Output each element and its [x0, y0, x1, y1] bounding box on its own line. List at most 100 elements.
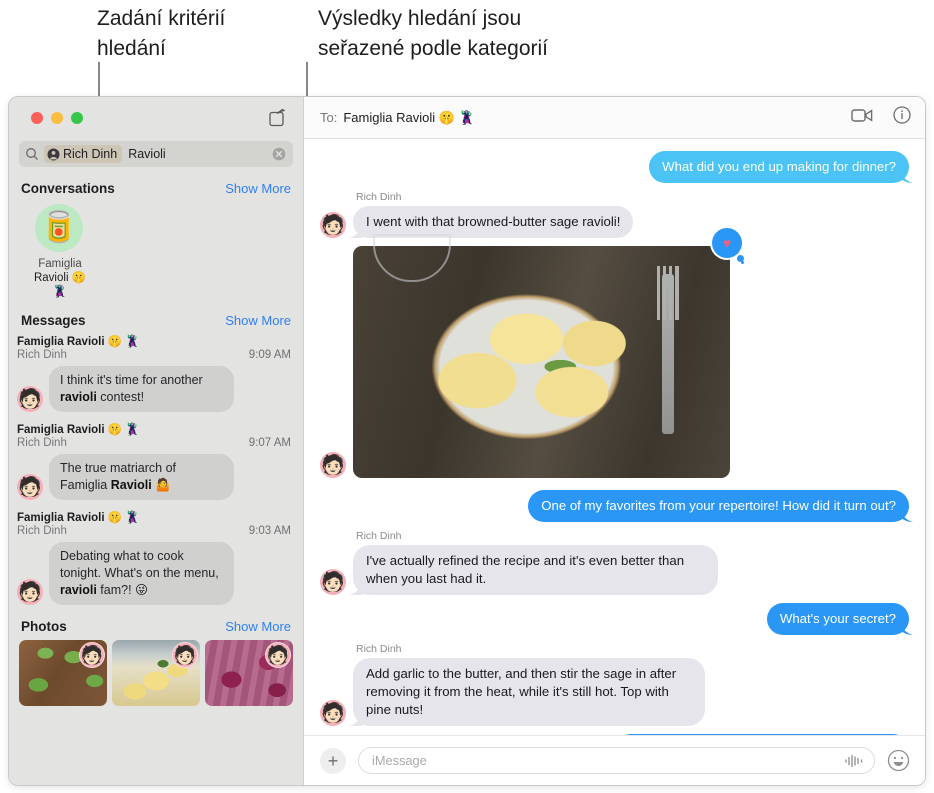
conversation-result-item[interactable]: 🥫 Famiglia Ravioli 🤫 🦹	[9, 200, 139, 299]
imessage-input-wrapper[interactable]	[358, 747, 875, 774]
clear-icon[interactable]	[272, 147, 286, 161]
conversation-name: Famiglia Ravioli 🤫 🦹	[29, 257, 91, 299]
plus-icon[interactable]: +	[320, 747, 346, 774]
message-row-incoming: 🧑🏻 Rich Dinh Add garlic to the butter, a…	[320, 643, 909, 726]
video-call-icon[interactable]	[851, 108, 873, 128]
message-result-row[interactable]: Famiglia Ravioli 🤫 🦹 Rich Dinh 9:03 AM 🧑…	[9, 508, 303, 605]
message-result-bubble: Debating what to cook tonight. What's on…	[49, 542, 234, 605]
conversation-avatar: 🥫	[35, 204, 83, 252]
search-input-value[interactable]: Ravioli	[128, 147, 166, 161]
bubble-highlight: Ravioli	[110, 478, 152, 492]
can-emoji: 🥫	[40, 211, 78, 244]
heart-reaction-icon[interactable]: ♥	[712, 228, 744, 262]
info-icon[interactable]	[893, 106, 911, 129]
message-result-sender: Rich Dinh	[17, 525, 67, 537]
window-titlebar	[9, 97, 303, 139]
message-bubble-outgoing: One of my favorites from your repertoire…	[528, 490, 909, 522]
message-composer: +	[304, 735, 925, 785]
search-field[interactable]: Rich Dinh Ravioli	[19, 141, 293, 167]
avatar: 🧑🏻	[79, 642, 105, 668]
message-result-time: 9:03 AM	[248, 525, 291, 537]
message-row-outgoing: What did you end up making for dinner?	[320, 151, 909, 183]
message-thread: What did you end up making for dinner? 🧑…	[304, 139, 925, 735]
conversation-name-line1: Famiglia	[38, 258, 82, 270]
conversation-header: To: Famiglia Ravioli 🤫 🦹	[304, 97, 925, 139]
bubble-text-after: contest!	[96, 390, 145, 404]
message-sender-label: Rich Dinh	[356, 191, 402, 203]
message-sender-label: Rich Dinh	[356, 530, 402, 542]
message-result-chat: Famiglia Ravioli 🤫 🦹	[17, 336, 140, 348]
message-row-outgoing: Incredible. I have to try making this fo…	[320, 734, 909, 735]
contact-icon	[47, 148, 60, 161]
show-more-photos[interactable]: Show More	[225, 619, 291, 634]
message-result-chat: Famiglia Ravioli 🤫 🦹	[17, 424, 140, 436]
avatar: 🧑🏻	[17, 474, 43, 500]
fork-shape	[657, 266, 679, 434]
message-sender-label: Rich Dinh	[356, 643, 402, 655]
to-label: To:	[320, 110, 338, 125]
photo-result-thumbnail[interactable]: 🧑🏻	[112, 640, 200, 706]
message-result-row[interactable]: Famiglia Ravioli 🤫 🦹 Rich Dinh 9:07 AM 🧑…	[9, 420, 303, 500]
avatar: 🧑🏻	[17, 386, 43, 412]
bubble-text-before: Debating what to cook tonight. What's on…	[60, 549, 219, 580]
section-header-conversations: Conversations Show More	[9, 167, 303, 200]
section-header-photos: Photos Show More	[9, 605, 303, 638]
search-token-contact[interactable]: Rich Dinh	[44, 145, 123, 163]
search-icon	[25, 147, 39, 161]
bubble-text-before: I think it's time for another	[60, 373, 203, 387]
photo-result-thumbnail[interactable]: 🧑🏻	[19, 640, 107, 706]
callout-sorted-results: Výsledky hledání jsou seřazené podle kat…	[318, 7, 548, 60]
show-more-conversations[interactable]: Show More	[225, 181, 291, 196]
photo-result-thumbnail[interactable]: 🧑🏻	[205, 640, 293, 706]
emoji-smiley-icon[interactable]	[887, 749, 911, 773]
avatar: 🧑🏻	[320, 569, 346, 595]
header-actions	[851, 106, 911, 129]
bubble-text-after: 🤷	[151, 478, 171, 492]
section-header-messages: Messages Show More	[9, 299, 303, 332]
bubble-highlight: ravioli	[60, 390, 97, 404]
message-row-incoming-photo: 🧑🏻 ♥	[320, 228, 909, 478]
recipient-name[interactable]: Famiglia Ravioli 🤫 🦹	[343, 110, 474, 126]
conversation-pane: To: Famiglia Ravioli 🤫 🦹 What did you en…	[304, 97, 925, 785]
message-bubble-outgoing: What's your secret?	[766, 603, 909, 635]
show-more-messages[interactable]: Show More	[225, 313, 291, 328]
section-title-messages: Messages	[21, 313, 86, 328]
messages-window: Rich Dinh Ravioli Conversations Show Mor…	[8, 96, 926, 786]
message-result-bubble: The true matriarch of Famiglia Ravioli 🤷	[49, 454, 234, 500]
bubble-text-after: fam?! 😜	[96, 583, 149, 597]
section-title-conversations: Conversations	[21, 181, 115, 196]
message-result-chat: Famiglia Ravioli 🤫 🦹	[17, 512, 140, 524]
imessage-input[interactable]	[372, 753, 844, 768]
audio-waveform-icon[interactable]	[844, 754, 864, 768]
message-result-sender: Rich Dinh	[17, 349, 67, 361]
callout-search-criteria: Zadání kritérií hledání	[97, 7, 226, 60]
message-result-row[interactable]: Famiglia Ravioli 🤫 🦹 Rich Dinh 9:09 AM 🧑…	[9, 332, 303, 412]
conversation-name-line2: Ravioli 🤫 🦹	[33, 272, 87, 298]
photo-results-row: 🧑🏻 🧑🏻 🧑🏻	[9, 638, 303, 706]
message-result-time: 9:09 AM	[248, 349, 291, 361]
avatar: 🧑🏻	[17, 579, 43, 605]
wine-glass-shape	[373, 234, 451, 282]
avatar: 🧑🏻	[320, 700, 346, 726]
traffic-lights	[31, 112, 83, 124]
message-row-outgoing: One of my favorites from your repertoire…	[320, 490, 909, 522]
minimize-button[interactable]	[51, 112, 63, 124]
message-bubble-incoming: Add garlic to the butter, and then stir …	[353, 658, 705, 726]
sidebar: Rich Dinh Ravioli Conversations Show Mor…	[9, 97, 304, 785]
close-button[interactable]	[31, 112, 43, 124]
search-token-label: Rich Dinh	[63, 147, 118, 161]
avatar: 🧑🏻	[320, 452, 346, 478]
message-row-incoming: 🧑🏻 Rich Dinh I went with that browned-bu…	[320, 191, 909, 238]
message-bubble-outgoing: Incredible. I have to try making this fo…	[614, 734, 909, 735]
avatar: 🧑🏻	[265, 642, 291, 668]
message-photo-attachment[interactable]: ♥	[353, 228, 744, 478]
avatar: 🧑🏻	[320, 212, 346, 238]
message-bubble-outgoing: What did you end up making for dinner?	[649, 151, 909, 183]
message-bubble-incoming: I've actually refined the recipe and it'…	[353, 545, 718, 595]
zoom-button[interactable]	[71, 112, 83, 124]
bubble-highlight: ravioli	[60, 583, 97, 597]
avatar: 🧑🏻	[172, 642, 198, 668]
section-title-photos: Photos	[21, 619, 67, 634]
compose-icon[interactable]	[265, 106, 289, 130]
message-result-bubble: I think it's time for another ravioli co…	[49, 366, 234, 412]
